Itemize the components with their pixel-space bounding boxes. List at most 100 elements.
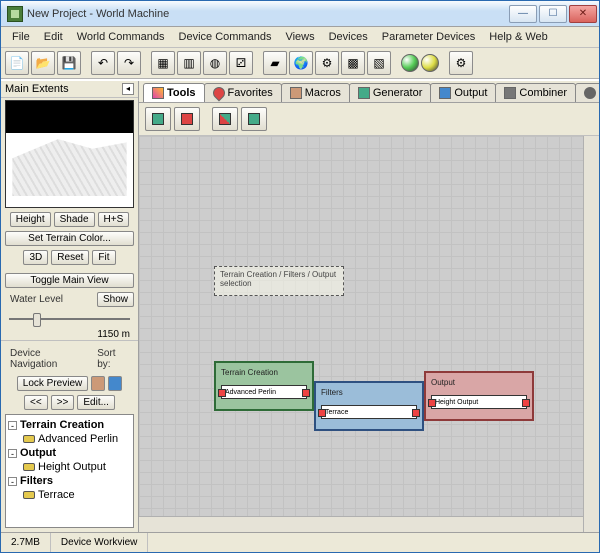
tree-expand-icon[interactable]: - [8, 449, 17, 458]
tree-item[interactable]: Terrace [38, 489, 75, 501]
tab-macros[interactable]: Macros [281, 83, 350, 102]
status-orb-green[interactable] [401, 54, 419, 72]
show-button[interactable]: Show [97, 292, 134, 307]
menubar: File Edit World Commands Device Commands… [1, 27, 599, 48]
output-icon [439, 87, 451, 99]
sort-icon-2[interactable] [108, 376, 122, 391]
app-icon [7, 6, 23, 22]
macros-icon [290, 87, 302, 99]
node-filter[interactable]: Filters Terrace [314, 381, 424, 431]
tree-group[interactable]: Terrain Creation [20, 419, 104, 431]
water-label: Water Level [5, 292, 68, 307]
tree-expand-icon[interactable]: - [8, 477, 17, 486]
tree-item[interactable]: Height Output [38, 461, 106, 473]
undo-button[interactable]: ↶ [91, 51, 115, 75]
menu-world[interactable]: World Commands [70, 29, 172, 45]
fit-button[interactable]: Fit [92, 250, 115, 265]
tool-overlay[interactable] [212, 107, 238, 131]
menu-devices[interactable]: Devices [322, 29, 375, 45]
tab-output[interactable]: Output [430, 83, 496, 102]
heart-icon [210, 85, 227, 102]
tool-layout[interactable]: ▦ [151, 51, 175, 75]
device-tabs: Tools Favorites Macros Generator Output … [139, 81, 599, 103]
lock-preview-button[interactable]: Lock Preview [17, 376, 88, 391]
node-icon [23, 435, 35, 443]
workview-canvas[interactable]: Terrain Creation / Filters / Output sele… [139, 136, 599, 532]
vertical-scrollbar[interactable] [583, 136, 599, 532]
tab-filter[interactable]: Filte [575, 83, 599, 102]
tree-item[interactable]: Advanced Perlin [38, 433, 118, 445]
status-view: Device Workview [51, 533, 149, 552]
water-value: 1150 m [1, 329, 138, 340]
titlebar[interactable]: New Project - World Machine — ☐ ✕ [1, 1, 599, 27]
nav-next-button[interactable]: >> [51, 395, 75, 410]
tool-earth[interactable]: 🌍 [289, 51, 313, 75]
menu-device[interactable]: Device Commands [172, 29, 279, 45]
save-button[interactable]: 💾 [57, 51, 81, 75]
menu-help[interactable]: Help & Web [482, 29, 555, 45]
horizontal-scrollbar[interactable] [139, 516, 583, 532]
maximize-button[interactable]: ☐ [539, 5, 567, 23]
minimize-button[interactable]: — [509, 5, 537, 23]
set-color-button[interactable]: Set Terrain Color... [5, 231, 134, 246]
tool-blank[interactable] [241, 107, 267, 131]
node-icon [23, 463, 35, 471]
tool-select[interactable] [145, 107, 171, 131]
status-orb-yellow[interactable] [421, 54, 439, 72]
tool-export[interactable]: ▧ [367, 51, 391, 75]
panel-title: Main Extents [5, 83, 122, 95]
tool-explorer[interactable]: ▥ [177, 51, 201, 75]
node-chip[interactable]: Terrace [321, 405, 417, 419]
node-output[interactable]: Output Height Output [424, 371, 534, 421]
tool-terrain[interactable]: ▰ [263, 51, 287, 75]
tool-dice[interactable]: ⚂ [229, 51, 253, 75]
redo-button[interactable]: ↷ [117, 51, 141, 75]
window-title: New Project - World Machine [27, 8, 509, 20]
tree-group[interactable]: Output [20, 447, 56, 459]
menu-param[interactable]: Parameter Devices [375, 29, 483, 45]
close-button[interactable]: ✕ [569, 5, 597, 23]
shade-button[interactable]: Shade [54, 212, 95, 227]
tree-group[interactable]: Filters [20, 475, 53, 487]
hs-button[interactable]: H+S [98, 212, 130, 227]
new-button[interactable]: 📄 [5, 51, 29, 75]
node-icon [23, 491, 35, 499]
combiner-icon [504, 87, 516, 99]
tab-combiner[interactable]: Combiner [495, 83, 576, 102]
tools-toolbar [139, 103, 599, 136]
tab-favorites[interactable]: Favorites [204, 83, 282, 102]
open-button[interactable]: 📂 [31, 51, 55, 75]
3d-button[interactable]: 3D [23, 250, 48, 265]
terrain-preview[interactable] [5, 100, 134, 208]
generator-icon [358, 87, 370, 99]
tool-mesh[interactable]: ▩ [341, 51, 365, 75]
device-tree[interactable]: -Terrain Creation Advanced Perlin -Outpu… [5, 414, 134, 528]
height-button[interactable]: Height [10, 212, 51, 227]
tool-group[interactable] [174, 107, 200, 131]
node-terrain[interactable]: Terrain Creation Advanced Perlin [214, 361, 314, 411]
tool-settings[interactable]: ⚙ [449, 51, 473, 75]
statusbar: 2.7MB Device Workview [1, 532, 599, 552]
tab-tools[interactable]: Tools [143, 83, 205, 102]
toggle-view-button[interactable]: Toggle Main View [5, 273, 134, 288]
tool-3d[interactable]: ◍ [203, 51, 227, 75]
selection-box[interactable]: Terrain Creation / Filters / Output sele… [214, 266, 344, 296]
panel-collapse-icon[interactable]: ◂ [122, 83, 134, 95]
tab-generator[interactable]: Generator [349, 83, 432, 102]
main-toolbar: 📄 📂 💾 ↶ ↷ ▦ ▥ ◍ ⚂ ▰ 🌍 ⚙ ▩ ▧ ⚙ [1, 48, 599, 79]
menu-views[interactable]: Views [278, 29, 321, 45]
tool-gear[interactable]: ⚙ [315, 51, 339, 75]
nav-prev-button[interactable]: << [24, 395, 48, 410]
sort-icon-1[interactable] [91, 376, 105, 391]
menu-edit[interactable]: Edit [37, 29, 70, 45]
node-chip[interactable]: Height Output [431, 395, 527, 409]
tree-expand-icon[interactable]: - [8, 421, 17, 430]
side-panel: Main Extents ◂ Height Shade H+S Set Terr… [1, 81, 139, 532]
menu-file[interactable]: File [5, 29, 37, 45]
reset-button[interactable]: Reset [51, 250, 89, 265]
edit-button[interactable]: Edit... [77, 395, 115, 410]
water-slider[interactable] [9, 311, 130, 327]
devnav-label: Device Navigation [5, 346, 89, 372]
tools-icon [152, 87, 164, 99]
node-chip[interactable]: Advanced Perlin [221, 385, 307, 399]
